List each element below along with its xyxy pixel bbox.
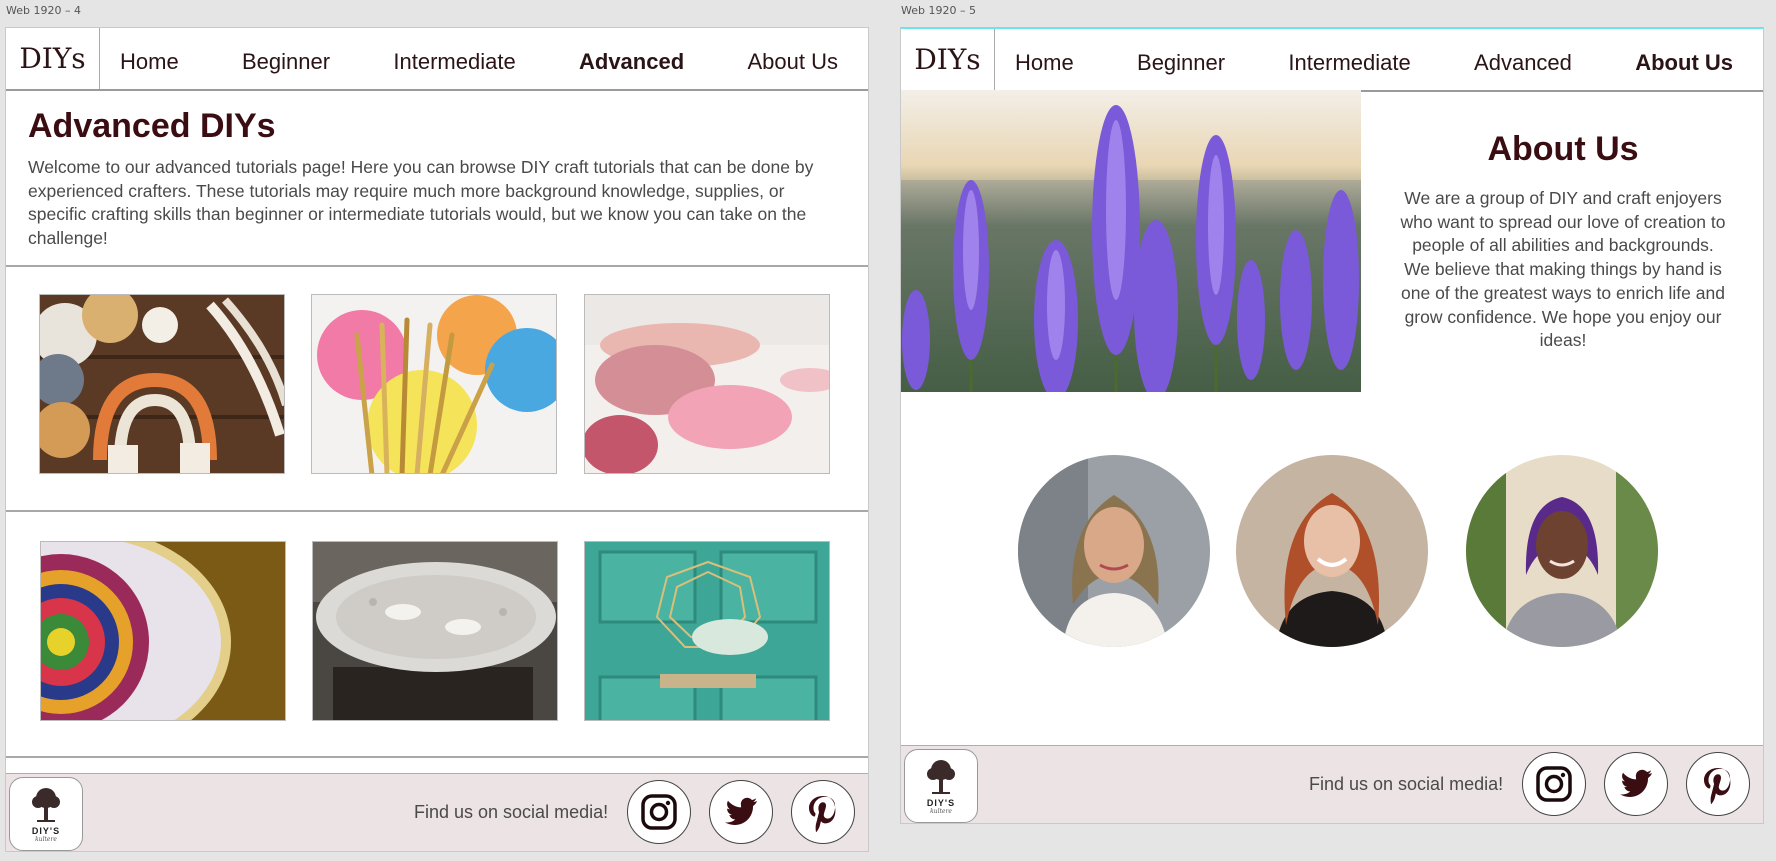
embroidery-hoop-image[interactable]: [40, 541, 286, 721]
nav-bar: DIYs Home Beginner Intermediate Advanced…: [901, 29, 1763, 92]
page-title: Advanced DIYs: [28, 107, 276, 145]
artboard-label-1: Web 1920 – 4: [6, 4, 81, 17]
footer-logo[interactable]: DIY'S kultere: [9, 777, 83, 851]
footer-brand: DIY'S: [926, 797, 956, 808]
intro-section: Advanced DIYs Welcome to our advanced tu…: [6, 89, 868, 267]
tree-icon: [32, 787, 60, 822]
artboard-label-2: Web 1920 – 5: [901, 4, 976, 17]
footer-tagline: kultere: [930, 807, 952, 815]
site-logo[interactable]: DIYs: [6, 28, 100, 89]
nav-intermediate[interactable]: Intermediate: [393, 43, 515, 75]
tree-icon: [927, 759, 955, 794]
about-title: About Us: [1487, 130, 1639, 168]
team-member-3: [1466, 455, 1658, 647]
footer-logo[interactable]: DIY'S kultere: [904, 749, 978, 823]
tutorial-row-1: [6, 268, 868, 512]
lace-tablecloth-image[interactable]: [312, 541, 558, 721]
knitting-needles-yarn-balls-image[interactable]: [311, 294, 557, 474]
footer: DIY'S kultere Find us on social media!: [901, 745, 1763, 823]
pinterest-icon: [809, 796, 836, 832]
about-section: About Us We are a group of DIY and craft…: [1361, 90, 1763, 392]
nav-home[interactable]: Home: [120, 43, 179, 75]
team-member-2: [1236, 455, 1428, 647]
twitter-icon: [1620, 769, 1652, 798]
twitter-button[interactable]: [1604, 752, 1668, 816]
instagram-icon: [641, 794, 677, 830]
twitter-button[interactable]: [709, 780, 773, 844]
nav-about-us[interactable]: About Us: [747, 43, 838, 75]
nav-home[interactable]: Home: [1015, 44, 1074, 76]
tutorial-row-2: [6, 514, 868, 758]
pink-yarn-image[interactable]: [584, 294, 830, 474]
nav-bar: DIYs Home Beginner Intermediate Advanced…: [6, 28, 868, 91]
door-wreath-image[interactable]: [584, 541, 830, 721]
social-text: Find us on social media!: [1309, 774, 1504, 794]
social-text: Find us on social media!: [414, 802, 609, 822]
intro-text: Welcome to our advanced tutorials page! …: [28, 157, 814, 248]
nav-about-us[interactable]: About Us: [1635, 44, 1733, 76]
instagram-icon: [1536, 766, 1572, 802]
footer-tagline: kultere: [35, 835, 57, 843]
site-logo[interactable]: DIYs: [901, 29, 995, 90]
nav-beginner[interactable]: Beginner: [242, 43, 330, 75]
footer-brand: DIY'S: [31, 825, 61, 836]
pinterest-button[interactable]: [791, 780, 855, 844]
nav-advanced[interactable]: Advanced: [579, 43, 684, 75]
twitter-icon: [725, 797, 757, 826]
nav-advanced[interactable]: Advanced: [1474, 44, 1572, 76]
nav-intermediate[interactable]: Intermediate: [1288, 44, 1410, 76]
yarn-macrame-rainbow-image[interactable]: [39, 294, 285, 474]
lupine-flowers-image: [901, 90, 1361, 392]
instagram-button[interactable]: [1522, 752, 1586, 816]
pinterest-button[interactable]: [1686, 752, 1750, 816]
about-text: We are a group of DIY and craft enjoyers…: [1400, 188, 1726, 351]
pinterest-icon: [1704, 768, 1731, 804]
nav-beginner[interactable]: Beginner: [1137, 44, 1225, 76]
artboard-about-us: DIYs Home Beginner Intermediate Advanced…: [900, 27, 1764, 824]
team-member-1: [1018, 455, 1210, 647]
artboard-advanced: DIYs Home Beginner Intermediate Advanced…: [5, 27, 869, 852]
instagram-button[interactable]: [627, 780, 691, 844]
footer: DIY'S kultere Find us on social media!: [6, 773, 868, 851]
